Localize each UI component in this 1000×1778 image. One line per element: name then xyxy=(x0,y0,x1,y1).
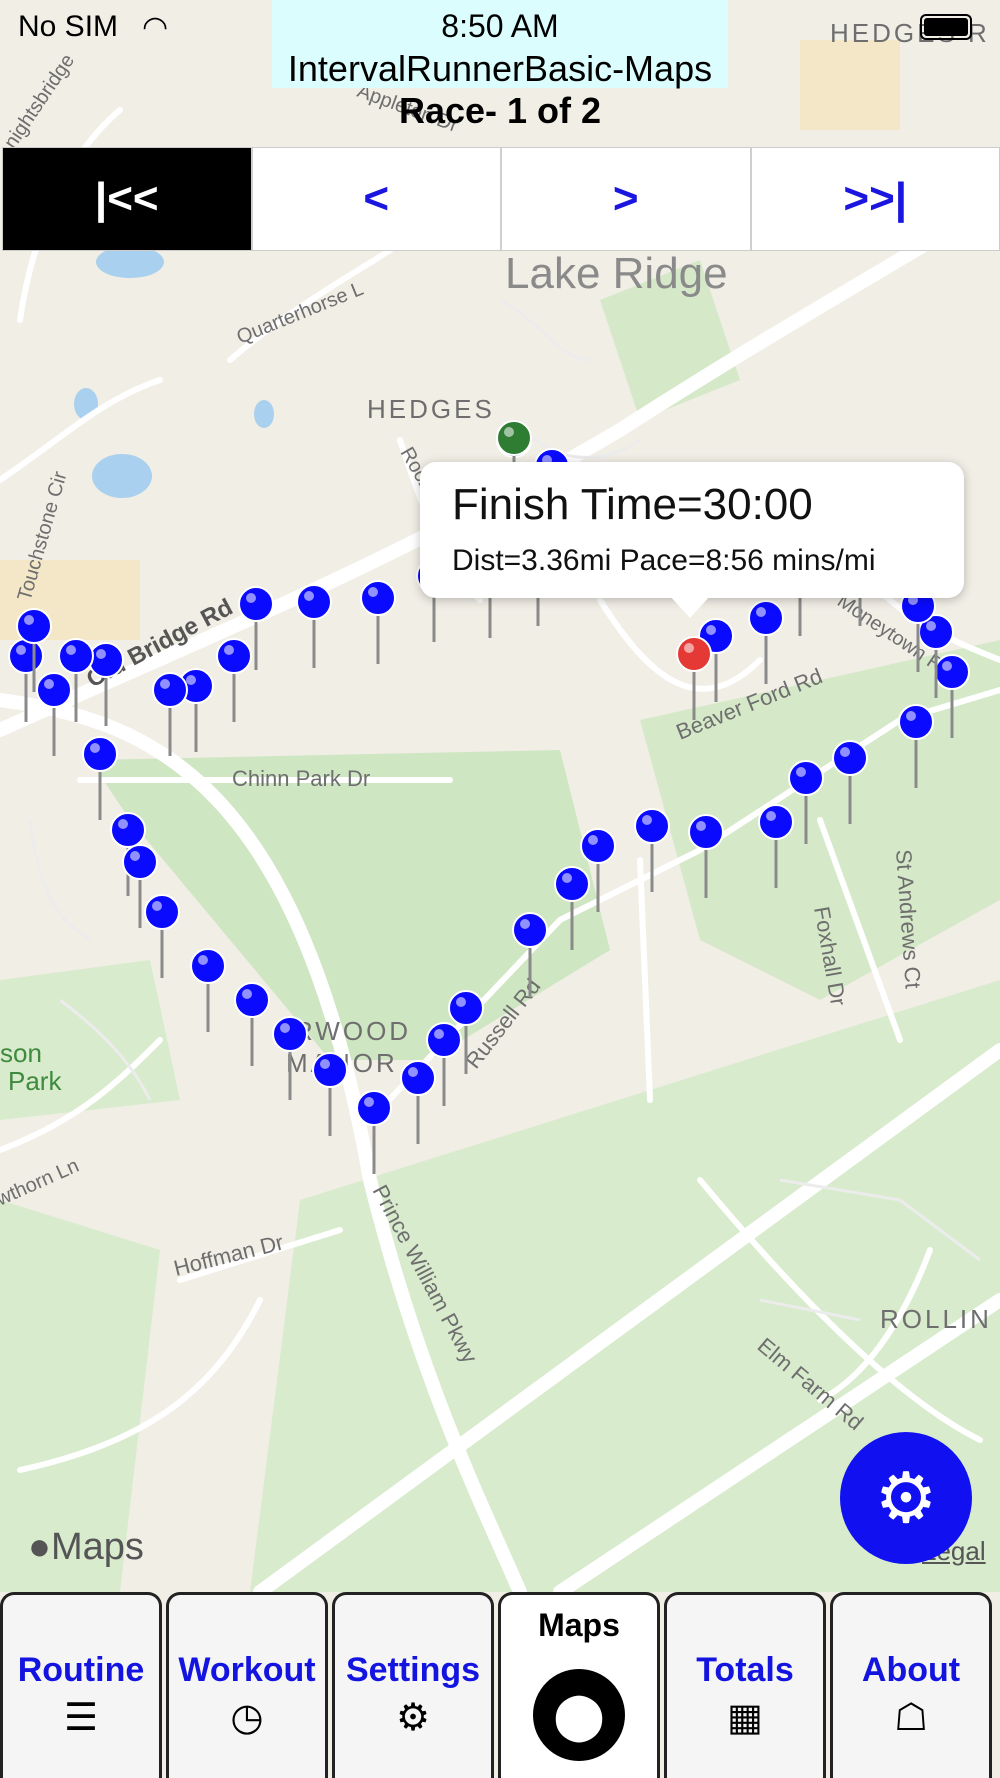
briefcase-icon: ☖ xyxy=(893,1697,929,1739)
tab-totals[interactable]: Totals ▦ xyxy=(664,1592,826,1778)
carrier-label: No SIM xyxy=(18,10,119,43)
tab-workout[interactable]: Workout ◷ xyxy=(166,1592,328,1778)
map-label: Chinn Park Dr xyxy=(232,766,370,791)
race-label: Race- 1 of 2 xyxy=(398,90,602,131)
app-header: 8:50 AM IntervalRunnerBasic-Maps xyxy=(272,0,728,89)
map-label: son xyxy=(0,1038,42,1068)
tab-label: Workout xyxy=(178,1651,316,1689)
map-label: HEDGES xyxy=(367,394,495,424)
tab-about[interactable]: About ☖ xyxy=(830,1592,992,1778)
tab-settings[interactable]: Settings ⚙ xyxy=(332,1592,494,1778)
clock-icon: ◷ xyxy=(230,1697,264,1739)
apple-logo-icon: ● xyxy=(28,1526,51,1568)
pin-icon: ⬤ xyxy=(533,1669,625,1761)
tab-label: Maps xyxy=(538,1607,620,1643)
last-race-button[interactable]: >>| xyxy=(749,148,999,250)
tab-maps[interactable]: Maps ⬤ xyxy=(498,1592,660,1778)
app-title: IntervalRunnerBasic-Maps xyxy=(287,48,713,89)
distance-pace-text: Dist=3.36mi Pace=8:56 mins/mi xyxy=(452,544,876,577)
lake xyxy=(92,454,152,498)
tab-label: Routine xyxy=(17,1651,145,1689)
list-icon: ☰ xyxy=(63,1697,99,1739)
apple-maps-logo: ●Maps xyxy=(28,1526,144,1569)
finish-callout[interactable]: Finish Time=30:00 Dist=3.36mi Pace=8:56 … xyxy=(420,462,964,618)
map-label: Park xyxy=(8,1066,62,1096)
tab-label: Totals xyxy=(696,1651,794,1689)
tab-bar: Routine ☰ Workout ◷ Settings ⚙ Maps ⬤ To… xyxy=(0,1592,1000,1778)
finish-time-text: Finish Time=30:00 xyxy=(452,480,813,529)
first-race-button[interactable]: |<< xyxy=(3,148,251,250)
wifi-icon: ◠ xyxy=(142,11,169,44)
map-settings-button[interactable]: ⚙ xyxy=(840,1432,972,1564)
tab-label: About xyxy=(861,1651,961,1689)
previous-race-button[interactable]: < xyxy=(250,148,500,250)
battery-icon xyxy=(920,14,972,40)
tab-routine[interactable]: Routine ☰ xyxy=(0,1592,162,1778)
next-race-button[interactable]: > xyxy=(500,148,750,250)
map-label: ROLLIN xyxy=(880,1304,992,1334)
calculator-icon: ▦ xyxy=(727,1697,763,1739)
status-time: 8:50 AM xyxy=(441,8,559,44)
gear-icon: ⚙ xyxy=(395,1697,431,1739)
race-navigation: |<< < > >>| xyxy=(2,147,1000,251)
map-label: RWOOD xyxy=(294,1016,411,1046)
tab-label: Settings xyxy=(345,1651,481,1689)
apple-maps-text: Maps xyxy=(50,1526,144,1568)
lake xyxy=(254,400,274,428)
map-label: Lake Ridge xyxy=(505,249,728,298)
gear-icon: ⚙ xyxy=(874,1459,938,1537)
